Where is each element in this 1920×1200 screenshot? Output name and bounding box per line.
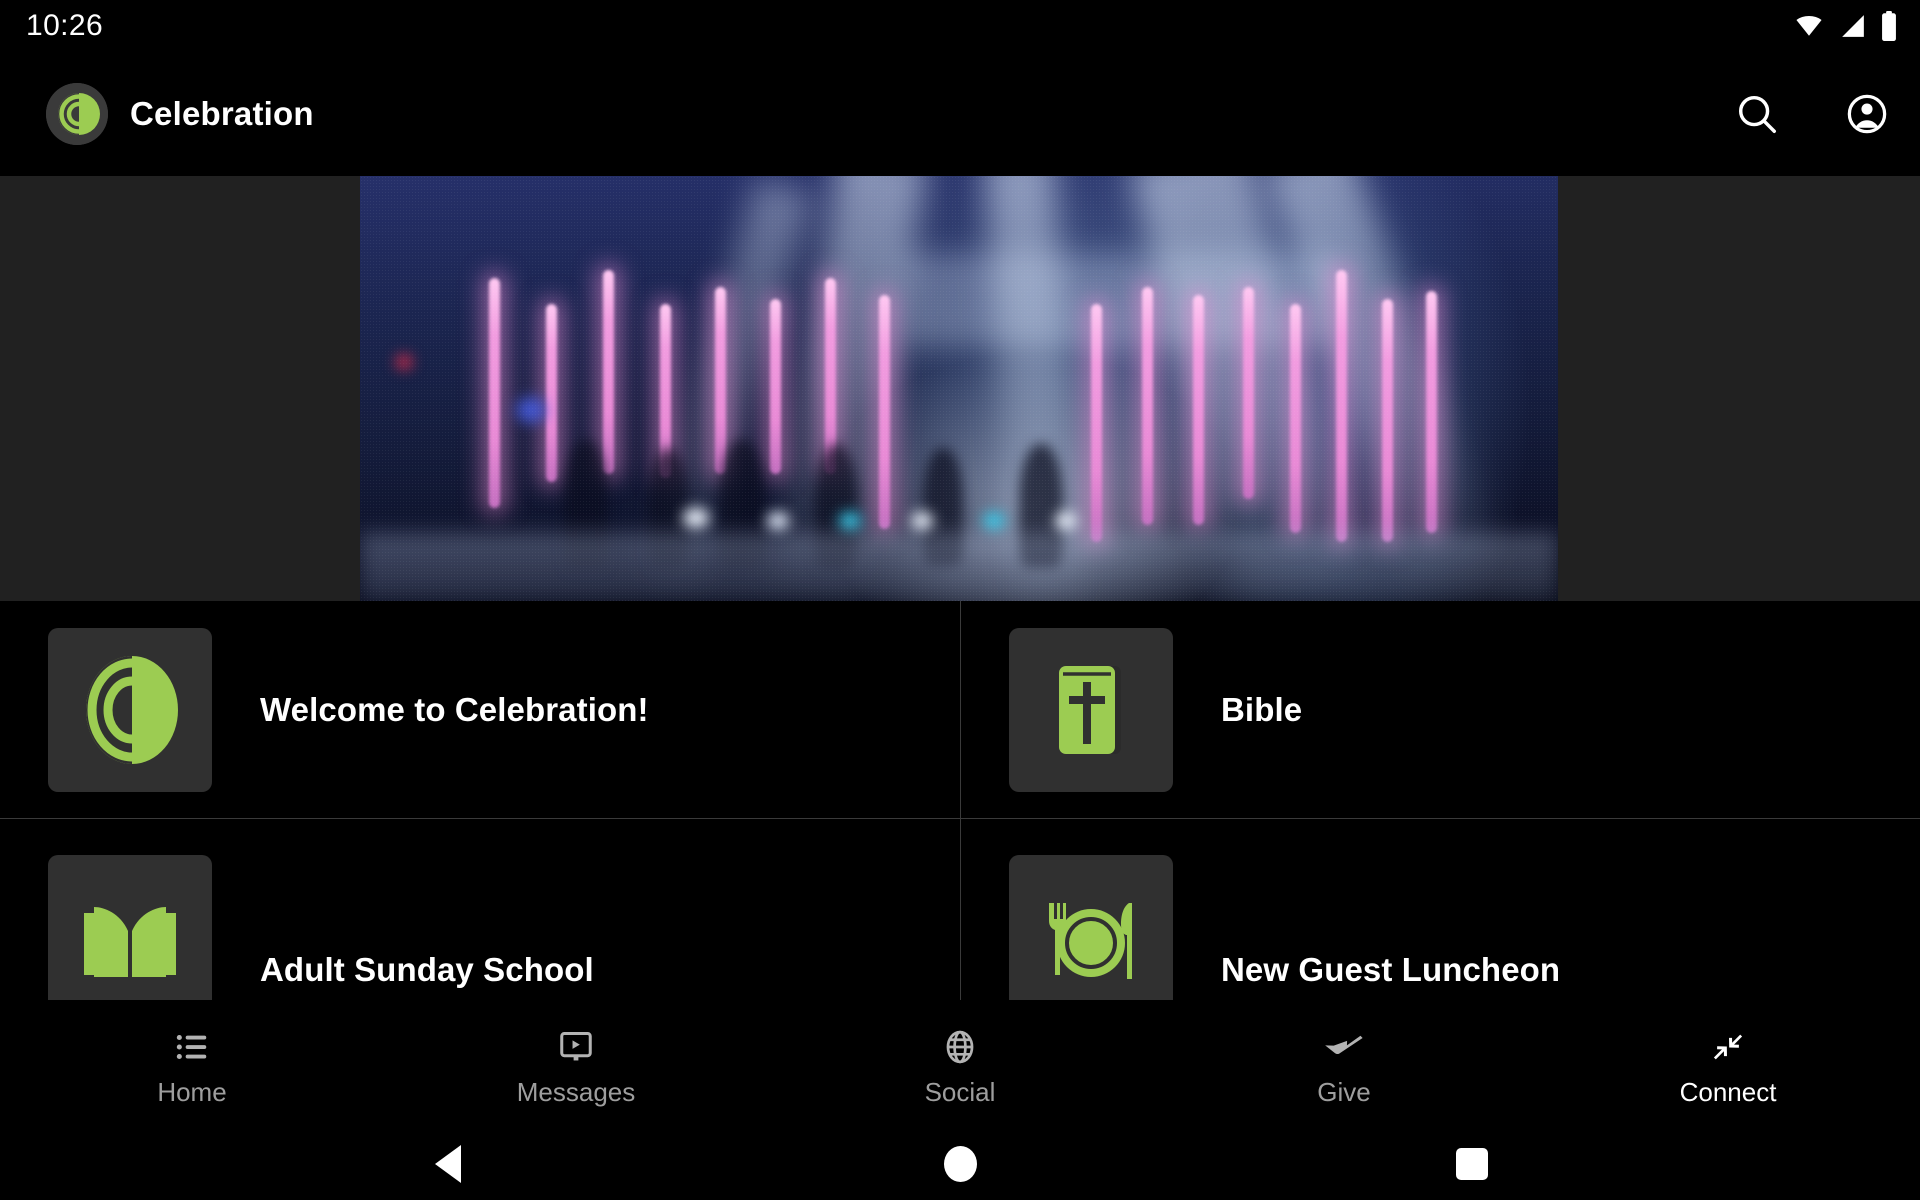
account-circle-icon[interactable] [1840, 87, 1894, 141]
tab-social[interactable]: Social [768, 1021, 1152, 1108]
worship-stage-banner-image[interactable] [360, 176, 1558, 601]
recents-button[interactable] [1216, 1148, 1728, 1180]
giving-hand-icon [1324, 1027, 1364, 1067]
app-bar-actions [1730, 87, 1894, 141]
feature-list: Welcome to Celebration! Bible Adult Sund… [0, 601, 1920, 1019]
status-icons [1792, 11, 1898, 41]
list-item-label: Welcome to Celebration! [260, 690, 649, 728]
cellular-signal-icon [1838, 13, 1868, 39]
app-screen: 10:26 Celebration Welcome to Celebration… [0, 0, 1920, 1200]
app-brand: Celebration [46, 83, 314, 145]
plate-fork-knife-icon [1009, 855, 1173, 1019]
app-title: Celebration [130, 95, 314, 132]
list-item-label: Bible [1221, 690, 1303, 728]
tab-label: Social [924, 1076, 996, 1107]
celebration-logo-icon [48, 627, 212, 792]
list-item-label: New Guest Luncheon [1221, 951, 1561, 988]
battery-icon [1880, 11, 1898, 41]
list-item-bible[interactable]: Bible [960, 601, 1920, 819]
app-bar: Celebration [0, 52, 1920, 176]
celebration-logo-icon [46, 83, 108, 145]
connect-arrows-icon [1709, 1027, 1747, 1067]
bible-book-icon [1009, 627, 1173, 792]
video-monitor-icon [557, 1027, 595, 1067]
tab-connect[interactable]: Connect [1536, 1021, 1920, 1108]
globe-icon [941, 1027, 979, 1067]
tab-label: Home [157, 1076, 227, 1107]
status-clock: 10:26 [26, 9, 104, 42]
tab-messages[interactable]: Messages [384, 1021, 768, 1108]
list-row: Welcome to Celebration! Bible [0, 601, 1920, 819]
list-item-welcome[interactable]: Welcome to Celebration! [0, 601, 960, 819]
back-button[interactable] [192, 1145, 704, 1183]
tab-give[interactable]: Give [1152, 1021, 1536, 1108]
list-bullet-icon [173, 1027, 211, 1067]
search-icon[interactable] [1730, 87, 1784, 141]
tab-home[interactable]: Home [0, 1021, 384, 1108]
tab-label: Give [1317, 1076, 1371, 1107]
list-row: Adult Sunday School New Guest Luncheon [0, 819, 1920, 1019]
tab-label: Connect [1679, 1076, 1777, 1107]
list-item-adult-sunday-school[interactable]: Adult Sunday School [0, 819, 960, 1019]
list-item-label: Adult Sunday School [260, 951, 594, 988]
wifi-icon [1792, 13, 1826, 39]
home-button[interactable] [704, 1146, 1216, 1182]
open-book-icon [48, 855, 212, 1019]
list-item-new-guest-luncheon[interactable]: New Guest Luncheon [960, 819, 1920, 1019]
hero-grain-overlay [360, 176, 1558, 601]
tab-label: Messages [516, 1076, 636, 1107]
status-bar: 10:26 [0, 0, 1920, 52]
bottom-tab-bar: Home Messages Social Give Connect [0, 1000, 1920, 1128]
hero-letterbox [0, 176, 1920, 601]
android-nav-bar [0, 1128, 1920, 1200]
